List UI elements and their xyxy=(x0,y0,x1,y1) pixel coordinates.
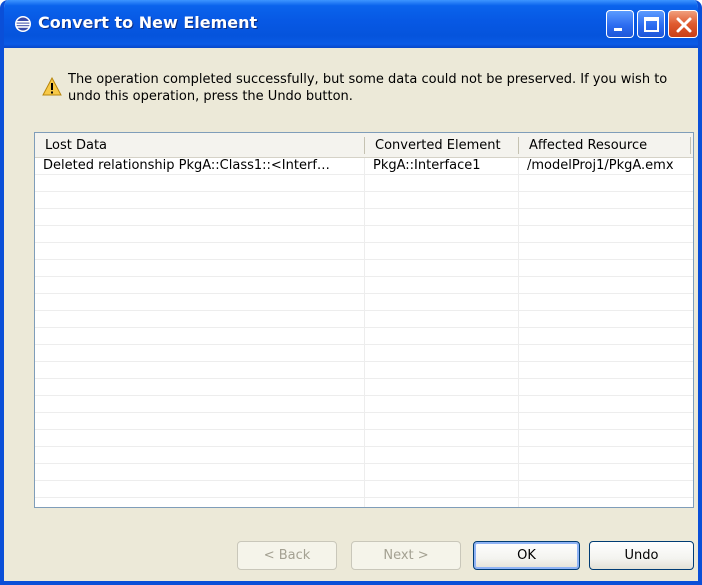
title-bar[interactable]: Convert to New Element xyxy=(4,0,698,48)
message-text: The operation completed successfully, bu… xyxy=(68,72,668,104)
minimize-icon xyxy=(614,28,622,31)
column-header-converted-element[interactable]: Converted Element xyxy=(365,133,519,158)
column-header-lost-data[interactable]: Lost Data xyxy=(35,133,365,158)
warning-icon xyxy=(42,77,62,96)
maximize-icon xyxy=(644,17,659,32)
column-gridline xyxy=(518,158,519,507)
converted-element-cell: PkgA::Interface1 xyxy=(373,158,481,173)
window-title: Convert to New Element xyxy=(38,13,258,32)
close-icon xyxy=(676,17,692,33)
lost-data-cell: Deleted relationship PkgA::Class1::<Inte… xyxy=(43,158,330,173)
affected-resource-cell: /modelProj1/PkgA.emx xyxy=(527,158,674,173)
close-button[interactable] xyxy=(668,10,698,38)
table-header: Lost Data Converted Element Affected Res… xyxy=(35,133,693,158)
column-gridline xyxy=(364,158,365,507)
undo-button[interactable]: Undo xyxy=(589,541,694,570)
ok-button[interactable]: OK xyxy=(473,541,580,570)
column-divider[interactable] xyxy=(690,137,691,154)
column-header-affected-resource[interactable]: Affected Resource xyxy=(519,133,693,158)
next-button[interactable]: Next > xyxy=(351,541,461,570)
eclipse-app-icon xyxy=(15,16,31,32)
lost-data-table[interactable]: Lost Data Converted Element Affected Res… xyxy=(34,132,694,508)
maximize-button[interactable] xyxy=(637,10,665,38)
convert-dialog-window: Convert to New Element The operation com… xyxy=(0,0,702,585)
minimize-button[interactable] xyxy=(606,10,634,38)
back-button[interactable]: < Back xyxy=(237,541,337,570)
